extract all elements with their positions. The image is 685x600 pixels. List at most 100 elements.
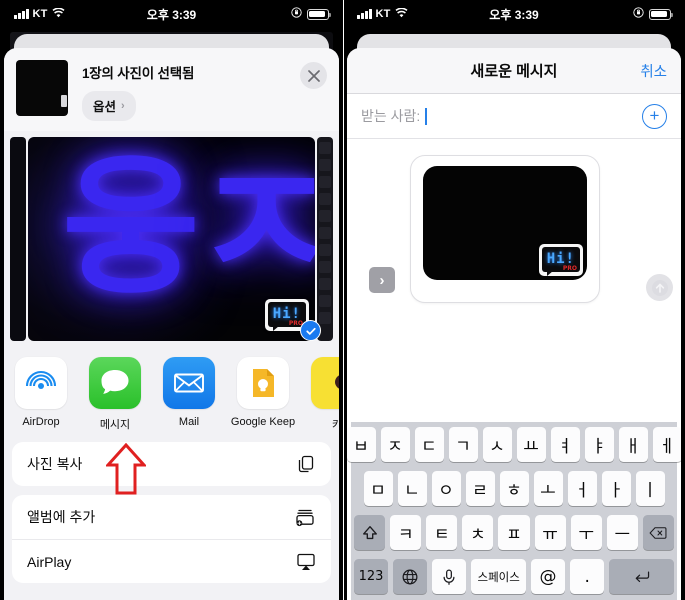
space-key[interactable]: 스페이스 bbox=[471, 559, 526, 594]
backspace-key[interactable] bbox=[642, 515, 674, 550]
options-button-label: 옵션 bbox=[93, 100, 117, 114]
checkmark-icon bbox=[305, 327, 316, 335]
key-char[interactable]: ㅐ bbox=[618, 427, 648, 462]
keyboard-row-1: ㅂ ㅈ ㄷ ㄱ ㅅ ㅛ ㅕ ㅑ ㅐ ㅔ bbox=[347, 427, 681, 462]
share-app-label: AirDrop bbox=[22, 416, 60, 428]
keyboard-row-3: ㅋ ㅌ ㅊ ㅍ ㅠ ㅜ ㅡ bbox=[354, 515, 674, 550]
share-app-label: Mail bbox=[178, 416, 200, 428]
red-up-arrow-annotation bbox=[106, 443, 146, 495]
key-char[interactable]: ㅍ bbox=[498, 515, 530, 550]
watermark-pro-badge: PRO bbox=[562, 265, 577, 272]
photo-carousel-prev[interactable] bbox=[10, 137, 26, 341]
share-app-label: 메시지 bbox=[99, 419, 131, 431]
chevron-right-icon: › bbox=[379, 271, 385, 289]
attachment-bubble[interactable]: Hi! PRO bbox=[410, 155, 600, 303]
rotation-lock-icon bbox=[291, 7, 302, 21]
key-char[interactable]: ㅌ bbox=[426, 515, 458, 550]
key-char[interactable]: ㅎ bbox=[499, 471, 529, 506]
wifi-icon bbox=[52, 7, 65, 21]
right-phone-new-message: KT 오후 3:39 새로운 메시지 취소 받는 사람: + › Hi! PRO… bbox=[343, 0, 685, 600]
key-char[interactable]: ㅁ bbox=[363, 471, 393, 506]
action-label: 사진 복사 bbox=[27, 456, 83, 472]
neon-char-2: ㅈ bbox=[191, 137, 315, 318]
cancel-button[interactable]: 취소 bbox=[640, 60, 667, 81]
key-char[interactable]: ㄱ bbox=[448, 427, 478, 462]
key-char[interactable]: ㅏ bbox=[601, 471, 631, 506]
action-copy-photo[interactable]: 사진 복사 bbox=[12, 442, 331, 486]
key-char[interactable]: ㅡ bbox=[606, 515, 638, 550]
key-char[interactable]: ㅅ bbox=[482, 427, 512, 462]
period-key[interactable]: . bbox=[570, 559, 605, 594]
key-char[interactable]: ㄴ bbox=[397, 471, 427, 506]
battery-icon bbox=[307, 8, 332, 20]
key-char[interactable]: ㅣ bbox=[635, 471, 665, 506]
text-caret bbox=[425, 107, 427, 125]
shift-key[interactable] bbox=[354, 515, 386, 550]
share-app-google-keep[interactable]: Google Keep bbox=[226, 357, 300, 428]
key-char[interactable]: ㅜ bbox=[570, 515, 602, 550]
rotation-lock-icon bbox=[633, 7, 644, 21]
chevron-right-icon: › bbox=[121, 99, 125, 112]
key-char[interactable]: ㅇ bbox=[431, 471, 461, 506]
carrier-label: KT bbox=[32, 8, 48, 20]
add-contact-button[interactable]: + bbox=[642, 103, 667, 129]
send-button[interactable] bbox=[646, 274, 673, 301]
backspace-icon bbox=[649, 526, 667, 539]
airplay-icon bbox=[296, 553, 316, 571]
close-button[interactable] bbox=[300, 62, 327, 89]
selected-photo-thumbnail[interactable] bbox=[16, 60, 68, 116]
recipient-field[interactable]: 받는 사람: + bbox=[347, 94, 681, 139]
action-airplay[interactable]: AirPlay bbox=[12, 539, 331, 583]
photo-carousel-next[interactable] bbox=[317, 137, 333, 341]
mail-icon bbox=[174, 373, 204, 393]
key-char[interactable]: ㅓ bbox=[567, 471, 597, 506]
share-sheet-header: 1장의 사진이 선택됨 옵션 › bbox=[4, 48, 339, 131]
signal-bars-icon bbox=[357, 9, 372, 19]
expand-apps-button[interactable]: › bbox=[369, 267, 395, 293]
key-char[interactable]: ㅛ bbox=[516, 427, 546, 462]
key-char[interactable]: ㅋ bbox=[390, 515, 422, 550]
dictation-key[interactable] bbox=[432, 559, 467, 594]
share-app-messages[interactable]: 메시지 bbox=[78, 357, 152, 432]
new-message-navbar: 새로운 메시지 취소 bbox=[347, 48, 681, 94]
key-char[interactable]: ㅔ bbox=[652, 427, 681, 462]
close-icon bbox=[307, 69, 320, 82]
attached-photo[interactable]: Hi! PRO bbox=[423, 166, 587, 280]
return-icon bbox=[635, 570, 649, 582]
messages-icon bbox=[101, 370, 129, 394]
key-char[interactable]: ㅕ bbox=[550, 427, 580, 462]
key-char[interactable]: ㅠ bbox=[534, 515, 566, 550]
globe-key[interactable] bbox=[393, 559, 428, 594]
copy-icon bbox=[296, 454, 316, 474]
share-app-label: 카 bbox=[331, 419, 339, 431]
google-keep-icon bbox=[253, 369, 274, 397]
return-key[interactable] bbox=[609, 559, 675, 594]
battery-icon bbox=[649, 8, 674, 20]
key-char[interactable]: ㅊ bbox=[462, 515, 494, 550]
action-label: 앨범에 추가 bbox=[27, 509, 96, 525]
microphone-icon bbox=[443, 569, 455, 585]
globe-icon bbox=[402, 569, 418, 584]
key-char[interactable]: ㄷ bbox=[414, 427, 444, 462]
at-key[interactable]: @ bbox=[530, 559, 566, 594]
selected-photo-preview[interactable]: 웅 ㅈ Hi! PRO bbox=[28, 137, 315, 341]
key-char[interactable]: ㅑ bbox=[584, 427, 614, 462]
share-app-mail[interactable]: Mail bbox=[152, 357, 226, 428]
key-char[interactable]: ㅗ bbox=[533, 471, 563, 506]
two-phone-screenshot-comparison: KT 오후 3:39 1장의 사진이 선택됨 옵션 › 웅 ㅈ Hi! PRO … bbox=[0, 0, 685, 600]
recipient-label: 받는 사람: bbox=[361, 108, 421, 124]
status-bar: KT 오후 3:39 bbox=[343, 0, 685, 28]
key-char[interactable]: ㅈ bbox=[380, 427, 410, 462]
share-app-airdrop[interactable]: AirDrop bbox=[4, 357, 78, 428]
photo-selected-badge[interactable] bbox=[300, 320, 321, 341]
numbers-key[interactable]: 123 bbox=[353, 559, 389, 594]
new-message-sheet: 새로운 메시지 취소 받는 사람: + › Hi! PRO ㅂ ㅈ ㄷ ㄱ ㅅ … bbox=[347, 48, 681, 600]
action-add-to-album[interactable]: 앨범에 추가 bbox=[12, 495, 331, 539]
share-app-kakaotalk[interactable]: 카 bbox=[300, 357, 339, 432]
options-button[interactable]: 옵션 › bbox=[82, 91, 136, 121]
key-char[interactable]: ㄹ bbox=[465, 471, 495, 506]
add-to-album-icon bbox=[294, 507, 316, 527]
shift-icon bbox=[362, 525, 377, 539]
page-title: 새로운 메시지 bbox=[470, 63, 558, 80]
key-char[interactable]: ㅂ bbox=[347, 427, 376, 462]
